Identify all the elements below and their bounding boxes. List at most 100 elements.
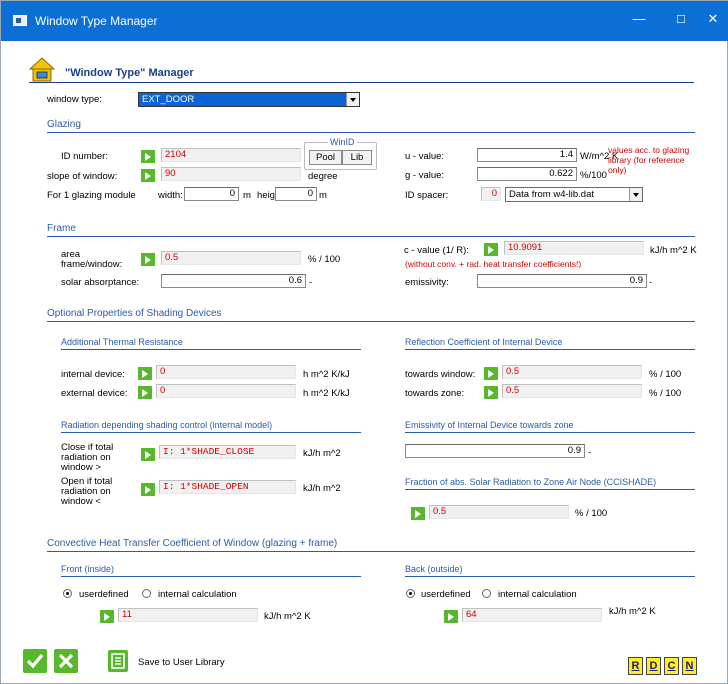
chevron-down-icon[interactable] bbox=[346, 93, 359, 106]
close-icon[interactable]: ✕ bbox=[698, 11, 728, 27]
towards-zone-label: towards zone: bbox=[405, 388, 465, 399]
emissivity-internal-unit: - bbox=[588, 447, 592, 458]
cancel-button[interactable] bbox=[54, 649, 78, 673]
ccishade-field[interactable]: 0.5 bbox=[429, 505, 569, 519]
title-bar: Window Type Manager — ☐ ✕ bbox=[1, 1, 728, 41]
open-radiation-button[interactable] bbox=[141, 483, 155, 496]
towards-zone-button[interactable] bbox=[484, 386, 498, 399]
g-value-field[interactable]: 0.622 bbox=[477, 167, 577, 181]
back-value-button[interactable] bbox=[444, 610, 458, 623]
front-value-unit: kJ/h m^2 K bbox=[264, 611, 311, 622]
emissivity-internal-title: Emissivity of Internal Device towards zo… bbox=[405, 420, 574, 430]
frame-rule bbox=[47, 236, 695, 237]
close-radiation-field[interactable]: I: 1*SHADE_CLOSE bbox=[159, 445, 296, 459]
emissivity-field[interactable]: 0.9 bbox=[477, 274, 647, 288]
id-spacer-label: ID spacer: bbox=[405, 190, 449, 201]
front-internal-radio[interactable] bbox=[142, 589, 151, 598]
towards-window-field[interactable]: 0.5 bbox=[502, 365, 642, 379]
internal-device-label: internal device: bbox=[61, 369, 125, 380]
module-width-field[interactable]: 0 bbox=[184, 187, 239, 201]
winid-title: WinID bbox=[328, 137, 357, 147]
d-button[interactable]: D bbox=[646, 657, 661, 675]
pool-button[interactable]: Pool bbox=[309, 150, 342, 165]
front-rule bbox=[61, 576, 361, 577]
glazing-library-note: values acc. to glazing library (for refe… bbox=[608, 145, 690, 175]
internal-device-button[interactable] bbox=[138, 367, 152, 380]
ok-button[interactable] bbox=[23, 649, 47, 673]
close-radiation-label: Close if total radiation on window > bbox=[61, 442, 114, 473]
internal-device-field[interactable]: 0 bbox=[156, 365, 296, 379]
module-width-label: width: bbox=[158, 190, 183, 201]
back-userdefined-radio[interactable] bbox=[406, 589, 415, 598]
open-radiation-label: Open if total radiation on window < bbox=[61, 476, 113, 507]
id-spacer-field[interactable]: 0 bbox=[481, 187, 501, 201]
back-internal-radio[interactable] bbox=[482, 589, 491, 598]
module-height-unit: m bbox=[319, 190, 327, 201]
ccishade-button[interactable] bbox=[411, 507, 425, 520]
back-internal-label: internal calculation bbox=[498, 589, 577, 600]
front-value-button[interactable] bbox=[100, 610, 114, 623]
towards-window-button[interactable] bbox=[484, 367, 498, 380]
back-value-unit: kJ/h m^2 K bbox=[609, 606, 656, 617]
id-number-button[interactable] bbox=[141, 150, 155, 163]
u-value-field[interactable]: 1.4 bbox=[477, 148, 577, 162]
glazing-section-title: Glazing bbox=[47, 119, 81, 130]
window-type-label: window type: bbox=[47, 94, 102, 105]
c-button[interactable]: C bbox=[664, 657, 679, 675]
minimize-icon[interactable]: — bbox=[624, 11, 654, 26]
internal-device-unit: h m^2 K/kJ bbox=[303, 369, 350, 380]
external-device-button[interactable] bbox=[138, 386, 152, 399]
front-value-field[interactable]: 11 bbox=[118, 608, 258, 622]
c-value-unit: kJ/h m^2 K bbox=[650, 245, 697, 256]
towards-zone-field[interactable]: 0.5 bbox=[502, 384, 642, 398]
radiation-control-title: Radiation depending shading control (int… bbox=[61, 420, 273, 430]
id-number-field[interactable]: 2104 bbox=[161, 148, 301, 162]
n-button[interactable]: N bbox=[682, 657, 697, 675]
x-icon bbox=[58, 653, 74, 669]
id-number-label: ID number: bbox=[61, 151, 108, 162]
back-title: Back (outside) bbox=[405, 564, 463, 574]
lib-button[interactable]: Lib bbox=[342, 150, 372, 165]
front-userdefined-radio[interactable] bbox=[63, 589, 72, 598]
close-radiation-button[interactable] bbox=[141, 448, 155, 461]
maximize-icon[interactable]: ☐ bbox=[666, 13, 696, 26]
g-value-unit: %/100 bbox=[580, 170, 607, 181]
save-library-button[interactable] bbox=[108, 650, 128, 672]
module-label: For 1 glazing module bbox=[47, 190, 136, 201]
solar-absorptance-field[interactable]: 0.6 bbox=[161, 274, 306, 288]
spacer-data-select[interactable]: Data from w4-lib.dat bbox=[505, 187, 643, 202]
manager-heading: "Window Type" Manager bbox=[65, 67, 194, 79]
radiation-control-rule bbox=[61, 432, 361, 433]
chevron-down-icon[interactable] bbox=[629, 188, 642, 201]
towards-window-unit: % / 100 bbox=[649, 369, 682, 380]
reflection-title: Reflection Coefficient of Internal Devic… bbox=[405, 337, 563, 347]
module-height-field[interactable]: 0 bbox=[275, 187, 317, 201]
shading-rule bbox=[47, 321, 695, 322]
back-value-field[interactable]: 64 bbox=[462, 608, 602, 622]
thermal-resistance-rule bbox=[61, 349, 361, 350]
r-button[interactable]: R bbox=[628, 657, 643, 675]
external-device-unit: h m^2 K/kJ bbox=[303, 388, 350, 399]
area-frame-button[interactable] bbox=[141, 253, 155, 266]
c-value-field[interactable]: 10.9091 bbox=[504, 241, 644, 255]
checkmark-icon bbox=[26, 653, 44, 669]
convective-section-title: Convective Heat Transfer Coefficient of … bbox=[47, 538, 338, 549]
external-device-label: external device: bbox=[61, 388, 128, 399]
c-value-button[interactable] bbox=[484, 243, 498, 256]
frame-section-title: Frame bbox=[47, 223, 76, 234]
app-icon bbox=[13, 15, 27, 26]
front-title: Front (inside) bbox=[61, 564, 115, 574]
slope-button[interactable] bbox=[141, 169, 155, 182]
external-device-field[interactable]: 0 bbox=[156, 384, 296, 398]
c-value-note: (without conv. + rad. heat transfer coef… bbox=[405, 259, 582, 269]
area-frame-field[interactable]: 0.5 bbox=[161, 251, 301, 265]
g-value-label: g - value: bbox=[405, 170, 445, 181]
solar-absorptance-label: solar absorptance: bbox=[61, 277, 140, 288]
open-radiation-unit: kJ/h m^2 bbox=[303, 483, 341, 494]
slope-field[interactable]: 90 bbox=[161, 167, 301, 181]
towards-window-label: towards window: bbox=[405, 369, 476, 380]
window-type-select[interactable]: EXT_DOOR bbox=[138, 92, 360, 107]
emissivity-internal-field[interactable]: 0.9 bbox=[405, 444, 585, 458]
open-radiation-field[interactable]: I: 1*SHADE_OPEN bbox=[159, 480, 296, 494]
slope-label: slope of window: bbox=[47, 171, 118, 182]
